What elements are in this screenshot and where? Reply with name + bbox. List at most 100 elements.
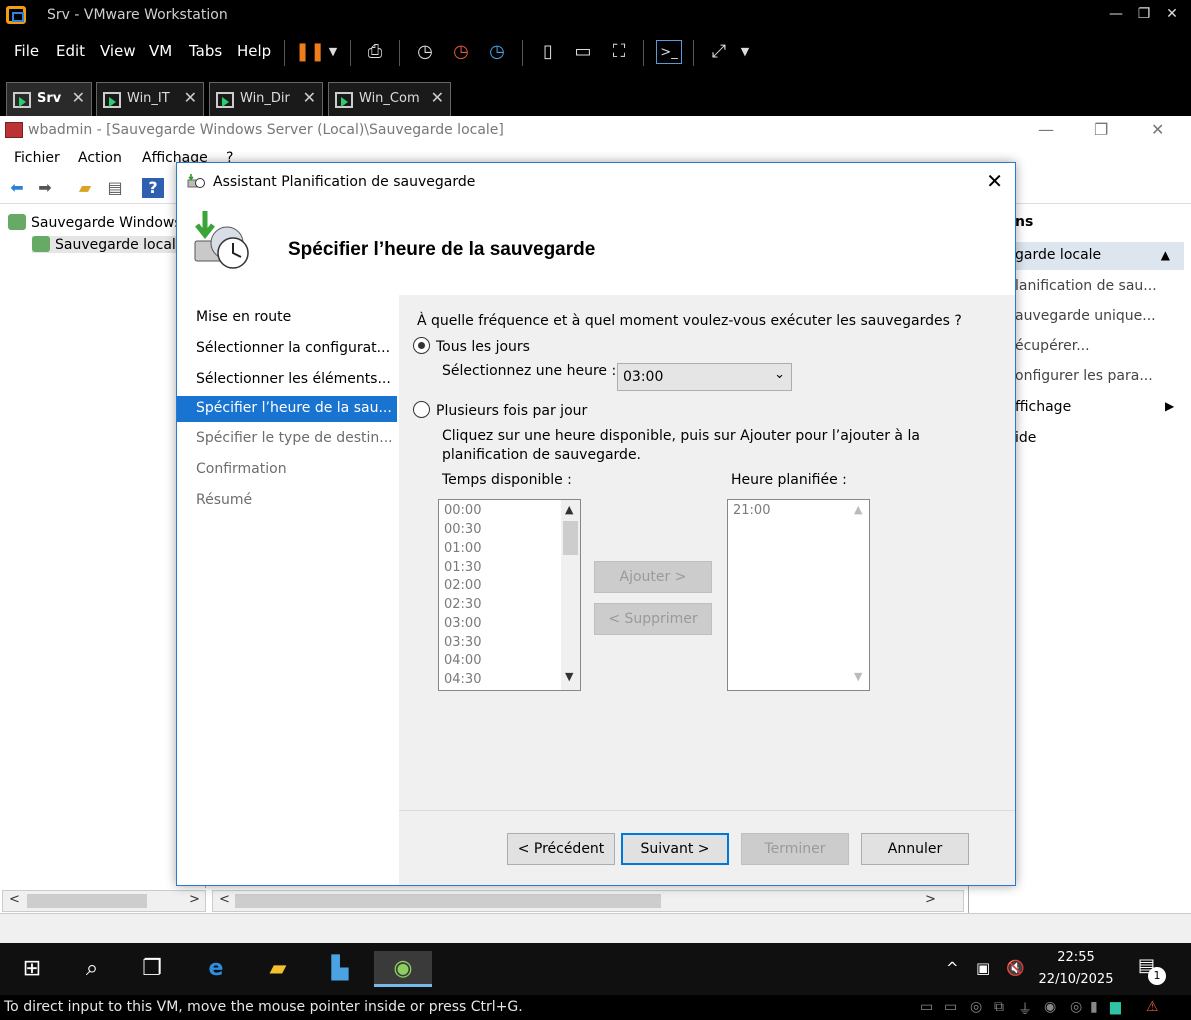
help-icon[interactable]: ? [142, 178, 164, 198]
list-item[interactable]: 03:00 [444, 616, 481, 631]
scroll-right-icon[interactable]: > [189, 892, 200, 907]
previous-button[interactable]: < Précédent [507, 833, 615, 865]
radio-unchecked-icon[interactable] [413, 401, 430, 418]
scrollbar-thumb[interactable] [235, 894, 661, 908]
network-adapter-icon[interactable]: ⧉ [994, 999, 1004, 1015]
menu-action[interactable]: Action [78, 150, 122, 166]
list-item[interactable]: 02:30 [444, 597, 481, 612]
menu-fichier[interactable]: Fichier [14, 150, 60, 166]
collapse-up-icon[interactable]: ▲ [1161, 248, 1170, 262]
start-windows-icon[interactable]: ⊞ [8, 951, 56, 987]
send-ctrl-alt-del-icon[interactable]: ⎙ [362, 40, 388, 64]
menu-edit[interactable]: Edit [56, 42, 85, 60]
minimize-icon[interactable]: — [1038, 120, 1054, 139]
available-times-list[interactable]: 00:00 00:30 01:00 01:30 02:00 02:30 03:0… [438, 499, 581, 691]
step-select-configuration[interactable]: Sélectionner la configurat... [177, 336, 397, 362]
action-view[interactable]: ffichage [1015, 399, 1071, 415]
backup-app-icon[interactable]: ◉ [374, 951, 432, 987]
list-item[interactable]: 00:00 [444, 503, 481, 518]
scroll-down-icon[interactable]: ▼ [565, 670, 573, 683]
close-icon[interactable]: ✕ [986, 169, 1003, 193]
display-icon[interactable]: ◎ [1070, 999, 1082, 1015]
tab-win-it[interactable]: Win_IT ✕ [96, 82, 204, 116]
tab-win-com[interactable]: Win_Com ✕ [328, 82, 451, 116]
close-icon[interactable]: ✕ [431, 88, 444, 107]
list-vertical-scrollbar[interactable]: ▲ ▼ [561, 500, 580, 690]
full-screen-icon[interactable]: ⛶ [606, 40, 632, 64]
usb-icon[interactable]: ⏚ [1018, 999, 1032, 1019]
list-item[interactable]: 03:30 [444, 635, 481, 650]
chevron-down-icon[interactable]: ▼ [320, 40, 346, 64]
radio-multiple[interactable]: Plusieurs fois par jour [413, 401, 587, 419]
network-warning-icon[interactable]: ▣ [976, 959, 990, 977]
chevron-down-icon[interactable]: ▼ [732, 40, 758, 64]
chevron-up-icon[interactable]: ^ [946, 959, 959, 977]
step-select-items[interactable]: Sélectionner les éléments... [177, 367, 397, 393]
tray-clock[interactable]: 22:55 22/10/2025 [1030, 947, 1122, 991]
menu-file[interactable]: File [14, 42, 39, 60]
scroll-up-icon[interactable]: ▲ [565, 503, 573, 516]
scroll-down-icon[interactable]: ▼ [854, 670, 862, 683]
list-item[interactable]: 21:00 [733, 503, 770, 518]
back-arrow-icon[interactable]: ⬅ [6, 178, 28, 198]
tree-horizontal-scrollbar[interactable]: < > [2, 890, 206, 912]
scroll-left-icon[interactable]: < [9, 892, 20, 907]
tab-win-dir[interactable]: Win_Dir ✕ [209, 82, 323, 116]
list-item[interactable]: 02:00 [444, 578, 481, 593]
internet-explorer-icon[interactable]: e [192, 951, 240, 987]
close-icon[interactable]: ✕ [72, 88, 85, 107]
scroll-up-icon[interactable]: ▲ [854, 503, 862, 516]
thumbnail-bar-icon[interactable]: ▭ [570, 40, 596, 64]
action-backup-schedule[interactable]: lanification de sau... [1015, 278, 1157, 294]
hard-disk-icon[interactable]: ▭ [920, 999, 933, 1015]
cancel-button[interactable]: Annuler [861, 833, 969, 865]
radio-daily[interactable]: Tous les jours [413, 337, 530, 355]
list-item[interactable]: 04:00 [444, 653, 481, 668]
hard-disk-icon[interactable]: ▭ [944, 999, 957, 1015]
tree-node-local-backup[interactable]: Sauvegarde locale [32, 236, 185, 253]
console-view-icon[interactable]: >_ [656, 40, 682, 64]
close-icon[interactable]: ✕ [184, 88, 197, 107]
list-item[interactable]: 04:30 [444, 672, 481, 687]
snapshot-icon[interactable]: ◷ [412, 40, 438, 64]
cd-drive-icon[interactable]: ◎ [970, 999, 982, 1015]
list-item[interactable]: 00:30 [444, 522, 481, 537]
remove-button[interactable]: < Supprimer [594, 603, 712, 635]
close-icon[interactable]: ✕ [1160, 6, 1184, 22]
close-icon[interactable]: ✕ [303, 88, 316, 107]
menu-vm[interactable]: VM [149, 42, 172, 60]
restore-icon[interactable]: ❐ [1132, 6, 1156, 22]
suspend-icon[interactable]: ❚❚ [295, 40, 325, 64]
menu-view[interactable]: View [100, 42, 136, 60]
scrollbar-thumb[interactable] [27, 894, 147, 908]
task-view-icon[interactable]: ❐ [128, 951, 176, 987]
add-button[interactable]: Ajouter > [594, 561, 712, 593]
tab-srv[interactable]: Srv ✕ [6, 82, 92, 116]
action-configure-settings[interactable]: onfigurer les para... [1015, 368, 1153, 384]
chevron-down-icon[interactable]: ⌄ [774, 367, 785, 382]
action-backup-once[interactable]: auvegarde unique... [1015, 308, 1156, 324]
scroll-right-icon[interactable]: > [925, 892, 936, 907]
step-specify-time[interactable]: Spécifier l’heure de la sau... [177, 396, 397, 422]
menu-tabs[interactable]: Tabs [189, 42, 222, 60]
snapshot-manager-icon[interactable]: ◷ [484, 40, 510, 64]
time-select[interactable]: 03:00 ⌄ [617, 363, 792, 391]
messages-icon[interactable]: ▆ [1110, 999, 1121, 1015]
action-recover[interactable]: écupérer... [1015, 338, 1090, 354]
power-warning-icon[interactable]: ⚠ [1146, 999, 1159, 1015]
forward-arrow-icon[interactable]: ➡ [34, 178, 56, 198]
close-icon[interactable]: ✕ [1151, 120, 1164, 139]
scroll-left-icon[interactable]: < [219, 892, 230, 907]
scrollbar-thumb[interactable] [563, 521, 578, 555]
show-hide-tree-icon[interactable]: ▤ [104, 178, 126, 198]
printer-icon[interactable]: ▮ [1090, 999, 1098, 1015]
list-item[interactable]: 01:00 [444, 541, 481, 556]
server-manager-icon[interactable]: ▙ [316, 951, 364, 987]
next-button[interactable]: Suivant > [621, 833, 729, 865]
menu-help[interactable]: Help [237, 42, 271, 60]
file-explorer-icon[interactable]: ▰ [254, 951, 302, 987]
up-folder-icon[interactable]: ▰ [74, 178, 96, 198]
volume-muted-icon[interactable]: 🔇 [1006, 959, 1025, 977]
minimize-icon[interactable]: — [1104, 6, 1128, 22]
radio-checked-icon[interactable] [413, 337, 430, 354]
